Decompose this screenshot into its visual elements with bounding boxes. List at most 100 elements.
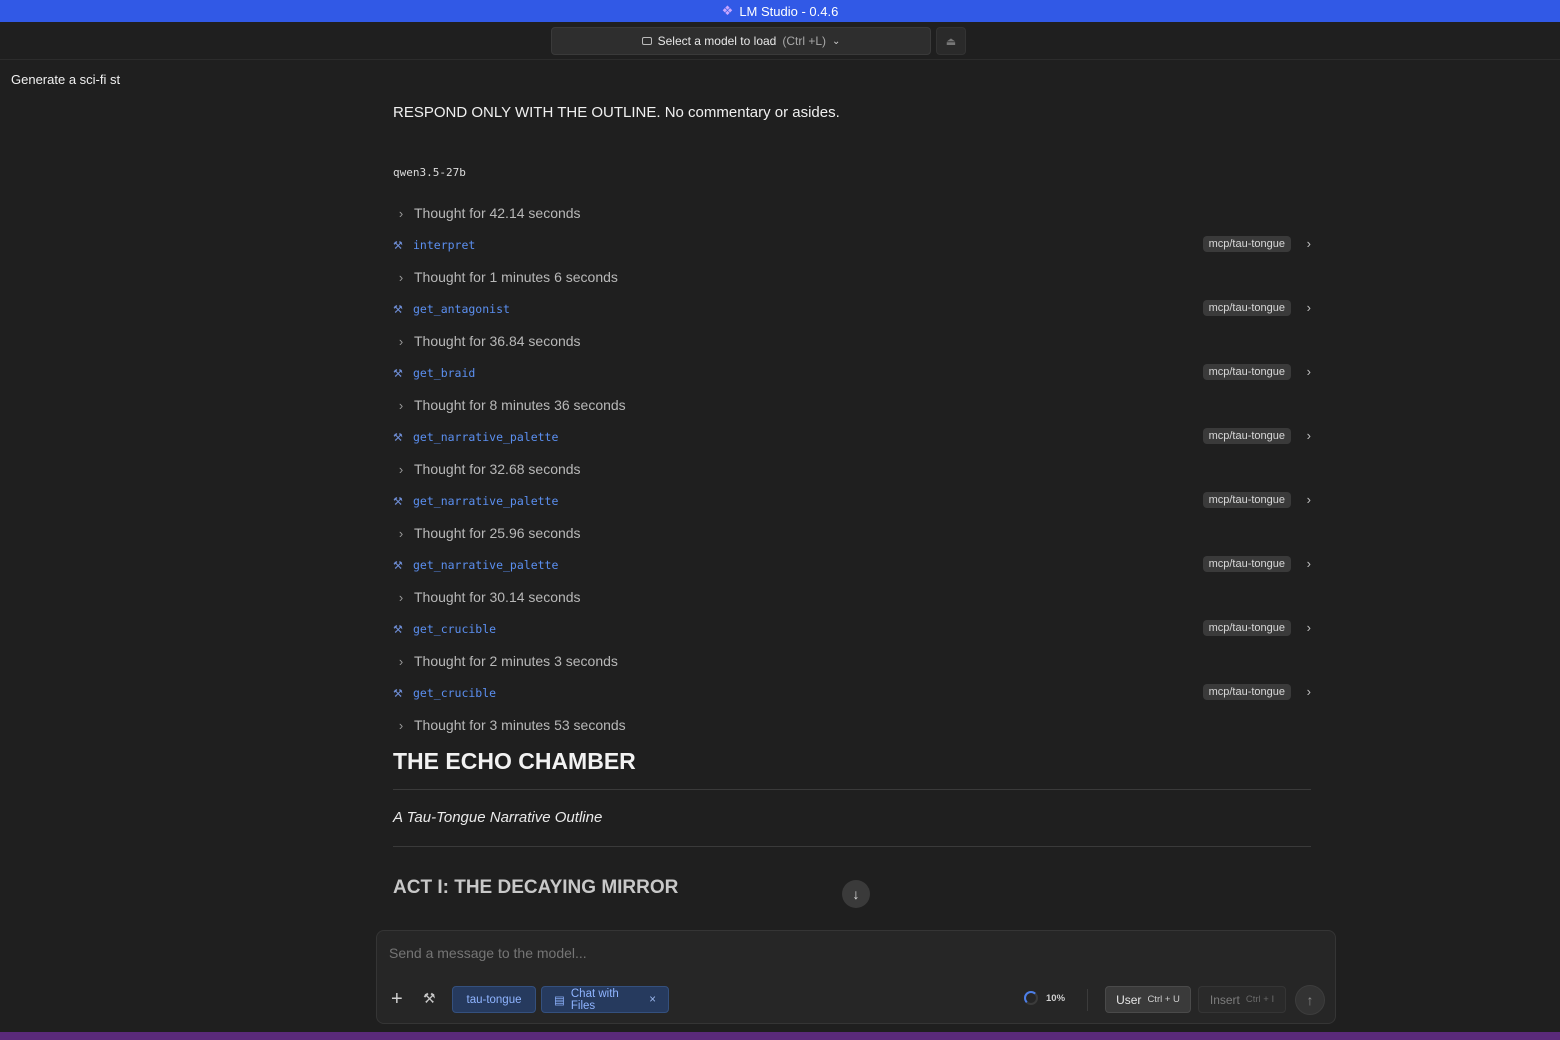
user-role-label: User (1116, 992, 1142, 1007)
chevron-right-icon: › (398, 205, 404, 221)
act-heading: ACT I: THE DECAYING MIRROR (393, 877, 679, 898)
chevron-right-icon[interactable]: › (1307, 428, 1311, 443)
tool-call-row[interactable]: ⚒ get_narrative_palette mcp/tau-tongue › (393, 555, 1313, 575)
tool-name[interactable]: get_braid (413, 366, 475, 380)
message-input[interactable] (389, 945, 1289, 961)
context-usage-percent: 10% (1046, 993, 1066, 1004)
chevron-right-icon[interactable]: › (1307, 364, 1311, 379)
chevron-right-icon[interactable]: › (1307, 684, 1311, 699)
thought-toggle[interactable]: › Thought for 32.68 seconds (393, 459, 581, 479)
chat-with-files-chip[interactable]: ▤ Chat with Files × (541, 986, 669, 1013)
thought-toggle[interactable]: › Thought for 36.84 seconds (393, 331, 581, 351)
tool-name[interactable]: interpret (413, 238, 475, 252)
sidebar-chat-item[interactable]: Generate a sci-fi st (11, 72, 120, 87)
thought-toggle[interactable]: › Thought for 8 minutes 36 seconds (393, 395, 626, 415)
tau-tongue-chip[interactable]: tau-tongue (452, 986, 536, 1013)
model-select-shortcut: (Ctrl +L) (782, 34, 827, 48)
arrow-up-icon: ↑ (1306, 992, 1314, 1008)
chevron-right-icon[interactable]: › (1307, 236, 1311, 251)
chevron-right-icon: › (398, 397, 404, 413)
hammer-icon: ⚒ (393, 623, 403, 636)
hammer-icon: ⚒ (393, 239, 403, 252)
model-select-dropdown[interactable]: Select a model to load (Ctrl +L) ⌄ (551, 27, 931, 55)
tool-call-row[interactable]: ⚒ get_crucible mcp/tau-tongue › (393, 619, 1313, 639)
chevron-right-icon: › (398, 589, 404, 605)
user-role-button[interactable]: User Ctrl + U (1105, 986, 1191, 1013)
arrow-down-icon: ↓ (852, 886, 860, 902)
document-subtitle: A Tau-Tongue Narrative Outline (393, 809, 603, 826)
tools-hammer-button[interactable]: ⚒ (423, 990, 436, 1007)
message-composer: + ⚒ tau-tongue ▤ Chat with Files × 10% U… (376, 930, 1336, 1024)
divider (1087, 989, 1088, 1011)
tool-call-row[interactable]: ⚒ get_narrative_palette mcp/tau-tongue › (393, 427, 1313, 447)
tool-name[interactable]: get_narrative_palette (413, 494, 558, 508)
send-button[interactable]: ↑ (1295, 985, 1325, 1015)
chip-icon (641, 37, 652, 45)
thought-toggle[interactable]: › Thought for 42.14 seconds (393, 203, 581, 223)
user-prompt-text: RESPOND ONLY WITH THE OUTLINE. No commen… (393, 104, 840, 121)
thought-label: Thought for 42.14 seconds (414, 205, 581, 221)
tool-name[interactable]: get_narrative_palette (413, 558, 558, 572)
tool-name[interactable]: get_narrative_palette (413, 430, 558, 444)
thought-label: Thought for 3 minutes 53 seconds (414, 717, 626, 733)
scroll-to-bottom-button[interactable]: ↓ (842, 880, 870, 908)
thought-label: Thought for 36.84 seconds (414, 333, 581, 349)
context-usage-spinner-icon (1024, 991, 1038, 1005)
chat-with-files-label: Chat with Files (570, 987, 619, 1012)
tool-source-badge: mcp/tau-tongue (1202, 620, 1291, 636)
close-icon[interactable]: × (649, 994, 656, 1006)
hammer-icon: ⚒ (393, 687, 403, 700)
tool-call-row[interactable]: ⚒ get_crucible mcp/tau-tongue › (393, 683, 1313, 703)
model-name-label: qwen3.5-27b (393, 166, 466, 179)
chevron-right-icon[interactable]: › (1307, 620, 1311, 635)
chevron-right-icon[interactable]: › (1307, 556, 1311, 571)
tool-call-row[interactable]: ⚒ get_narrative_palette mcp/tau-tongue › (393, 491, 1313, 511)
thought-toggle[interactable]: › Thought for 1 minutes 6 seconds (393, 267, 618, 287)
divider (393, 789, 1311, 790)
chevron-right-icon: › (398, 269, 404, 285)
tool-source-badge: mcp/tau-tongue (1202, 236, 1291, 252)
thought-toggle[interactable]: › Thought for 25.96 seconds (393, 523, 581, 543)
user-role-shortcut: Ctrl + U (1147, 994, 1180, 1005)
tool-source-badge: mcp/tau-tongue (1202, 492, 1291, 508)
tool-source-badge: mcp/tau-tongue (1202, 364, 1291, 380)
chevron-right-icon: › (398, 461, 404, 477)
title-bar: ❖ LM Studio - 0.4.6 (0, 0, 1560, 22)
tool-source-badge: mcp/tau-tongue (1202, 300, 1291, 316)
hammer-icon: ⚒ (393, 303, 403, 316)
tool-source-badge: mcp/tau-tongue (1202, 684, 1291, 700)
thought-label: Thought for 25.96 seconds (414, 525, 581, 541)
lm-studio-logo-icon: ❖ (721, 3, 734, 18)
model-select-label: Select a model to load (657, 34, 777, 48)
thought-label: Thought for 8 minutes 36 seconds (414, 397, 626, 413)
tool-name[interactable]: get_antagonist (413, 302, 510, 316)
insert-button[interactable]: Insert Ctrl + I (1198, 986, 1286, 1013)
tool-name[interactable]: get_crucible (413, 686, 496, 700)
taskbar-strip (0, 1032, 1560, 1040)
hammer-icon: ⚒ (393, 495, 403, 508)
chevron-right-icon: › (398, 525, 404, 541)
chevron-right-icon[interactable]: › (1307, 492, 1311, 507)
thought-label: Thought for 30.14 seconds (414, 589, 581, 605)
thought-toggle[interactable]: › Thought for 2 minutes 3 seconds (393, 651, 618, 671)
tool-call-row[interactable]: ⚒ get_antagonist mcp/tau-tongue › (393, 299, 1313, 319)
hammer-icon: ⚒ (393, 431, 403, 444)
chevron-right-icon: › (398, 653, 404, 669)
tool-name[interactable]: get_crucible (413, 622, 496, 636)
tool-call-row[interactable]: ⚒ interpret mcp/tau-tongue › (393, 235, 1313, 255)
divider (393, 846, 1311, 847)
thought-toggle[interactable]: › Thought for 30.14 seconds (393, 587, 581, 607)
add-attachment-button[interactable]: + (391, 989, 403, 1009)
eject-button[interactable]: ⏏ (936, 27, 966, 55)
top-toolbar: Select a model to load (Ctrl +L) ⌄ ⏏ (0, 22, 1560, 60)
chevron-down-icon: ⌄ (832, 35, 841, 47)
chevron-right-icon: › (398, 333, 404, 349)
tool-call-row[interactable]: ⚒ get_braid mcp/tau-tongue › (393, 363, 1313, 383)
thought-toggle[interactable]: › Thought for 3 minutes 53 seconds (393, 715, 626, 735)
app-title: LM Studio - 0.4.6 (739, 3, 839, 19)
eject-icon: ⏏ (945, 35, 957, 48)
thought-label: Thought for 32.68 seconds (414, 461, 581, 477)
document-title: THE ECHO CHAMBER (393, 748, 636, 774)
chevron-right-icon[interactable]: › (1307, 300, 1311, 315)
insert-shortcut: Ctrl + I (1245, 994, 1275, 1005)
